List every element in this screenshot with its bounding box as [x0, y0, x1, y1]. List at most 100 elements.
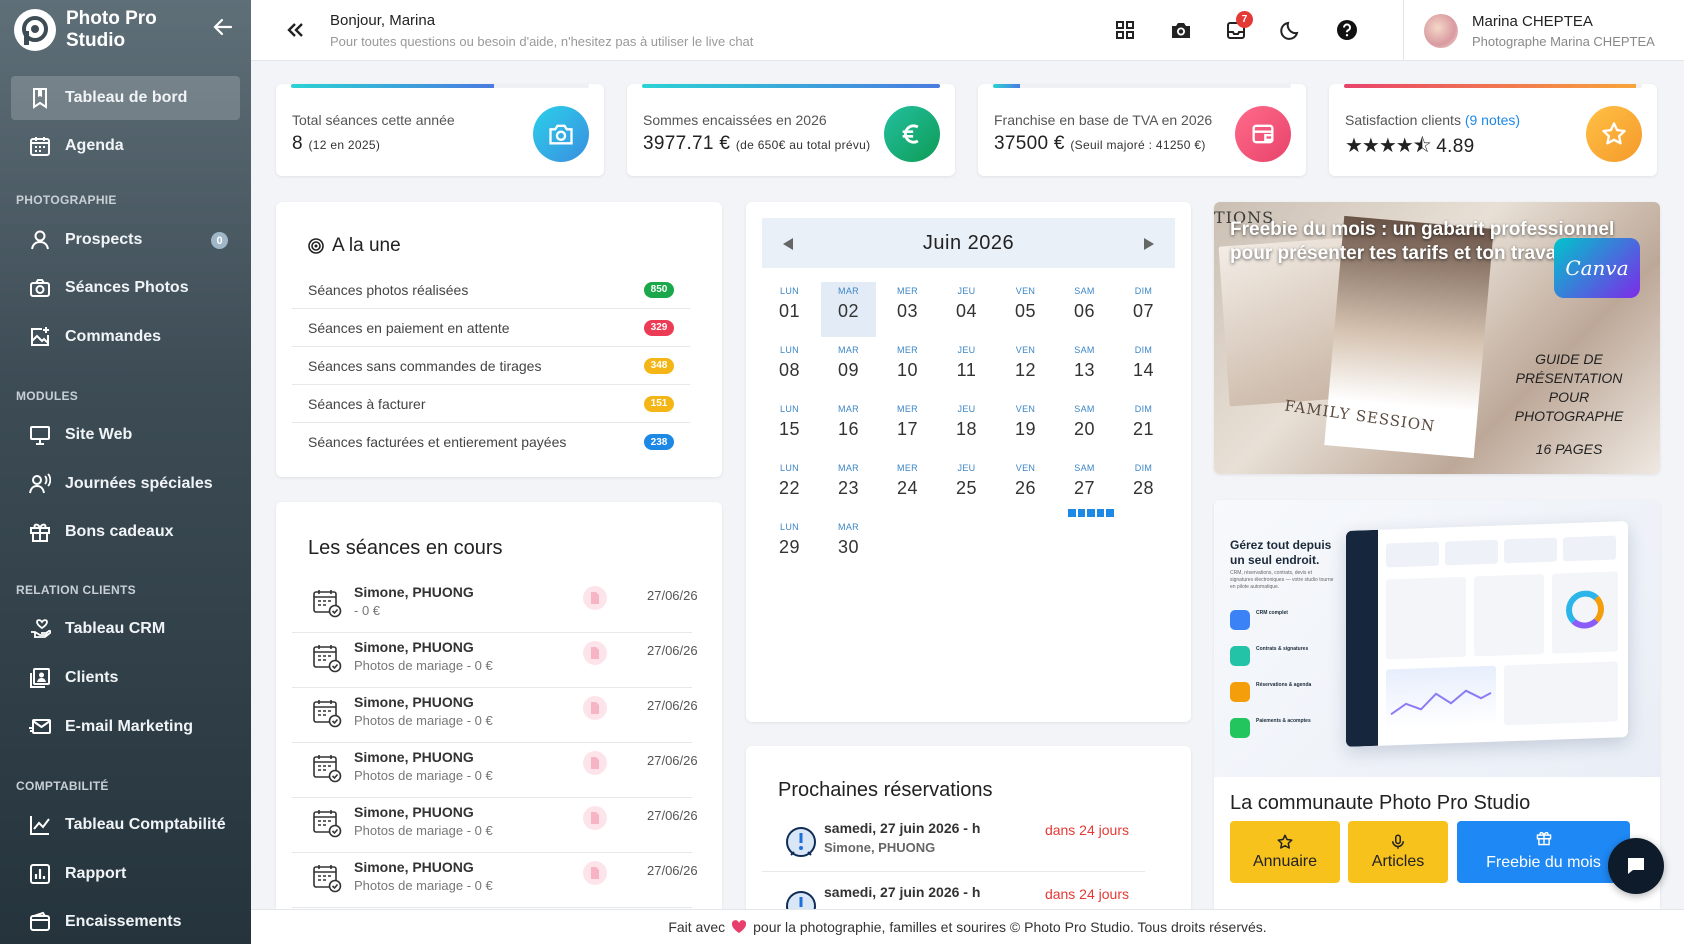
freebie-button[interactable]: Freebie du mois: [1457, 821, 1630, 883]
calendar-day-15[interactable]: LUN 15: [762, 400, 817, 455]
calendar-day-20[interactable]: SAM 20: [1057, 400, 1112, 455]
seance-row[interactable]: Simone, PHUONG Photos de mariage - 0 € 27/…: [292, 794, 698, 853]
brand-logo[interactable]: Photo Pro Studio: [14, 8, 238, 52]
calendar-day-01[interactable]: LUN 01: [762, 282, 817, 337]
calendar-day-08[interactable]: LUN 08: [762, 341, 817, 396]
freebie-banner[interactable]: TIONS FAMILY SESSION Freebie du mois : u…: [1214, 202, 1660, 474]
weekday-label: SAM: [1074, 286, 1095, 296]
calendar-day-19[interactable]: VEN 19: [998, 400, 1053, 455]
sidebar-item-encaissements[interactable]: Encaissements: [11, 900, 240, 944]
file-icon[interactable]: [583, 641, 607, 665]
annuaire-button[interactable]: Annuaire: [1230, 821, 1340, 883]
stat-card-franchise-tva[interactable]: Franchise en base de TVA en 2026 37500 €…: [978, 84, 1306, 176]
collapse-menu-button[interactable]: [285, 20, 305, 40]
calendar-day-09[interactable]: MAR 09: [821, 341, 876, 396]
calendar-day-02[interactable]: MAR 02: [821, 282, 876, 337]
calendar-day-30[interactable]: MAR 30: [821, 518, 876, 573]
sidebar-item-tableau-crm[interactable]: Tableau CRM: [11, 607, 240, 651]
seance-row[interactable]: Simone, PHUONG - 0 € 27/06/26: [292, 574, 698, 633]
help-button[interactable]: [1335, 18, 1359, 42]
calendar-check-icon: [312, 588, 342, 618]
calendar-day-21[interactable]: DIM 21: [1116, 400, 1171, 455]
une-row[interactable]: Séances en paiement en attente 329: [292, 309, 690, 347]
sidebar-item-commandes[interactable]: Commandes: [11, 315, 240, 359]
seance-row[interactable]: Simone, PHUONG Photos de mariage - 0 € 27/…: [292, 849, 698, 908]
event-indicator[interactable]: [1068, 509, 1114, 517]
calendar-day-17[interactable]: MER 17: [880, 400, 935, 455]
calendar-day-05[interactable]: VEN 05: [998, 282, 1053, 337]
calendar-day-11[interactable]: JEU 11: [939, 341, 994, 396]
sidebar-item-clients[interactable]: Clients: [11, 656, 240, 700]
file-icon[interactable]: [583, 806, 607, 830]
sidebar-item-site-web[interactable]: Site Web: [11, 413, 240, 457]
stat-card-seances[interactable]: Total séances cette année 8 (12 en 2025): [276, 84, 604, 176]
calendar-check-icon: [312, 753, 342, 783]
calendar-day-27[interactable]: SAM 27: [1057, 459, 1114, 517]
seance-client: Simone, PHUONG: [354, 639, 474, 655]
calendar-day-29[interactable]: LUN 29: [762, 518, 817, 573]
sidebar-item-prospects[interactable]: Prospects 0: [11, 218, 240, 262]
sidebar-item-rapport[interactable]: Rapport: [11, 852, 240, 896]
stat-card-encaissements[interactable]: Sommes encaissées en 2026 3977.71 € (de …: [627, 84, 955, 176]
calendar-day-28[interactable]: DIM 28: [1116, 459, 1171, 514]
product-banner[interactable]: Gérez tout depuis un seul endroit. CRM, …: [1214, 500, 1660, 777]
sidebar-item-label: Tableau Comptabilité: [65, 816, 226, 833]
sidebar-item-seances-photos[interactable]: Séances Photos: [11, 266, 240, 310]
seance-row[interactable]: Simone, PHUONG Photos de mariage - 0 € 27/…: [292, 739, 698, 798]
seance-row[interactable]: Simone, PHUONG Photos de mariage - 0 € 27/…: [292, 684, 698, 743]
sidebar-item-journees-speciales[interactable]: Journées spéciales: [11, 462, 240, 506]
une-row[interactable]: Séances facturées et entierement payées 2…: [292, 423, 690, 461]
calendar-day-22[interactable]: LUN 22: [762, 459, 817, 514]
calendar-day-12[interactable]: VEN 12: [998, 341, 1053, 396]
calendar-day-16[interactable]: MAR 16: [821, 400, 876, 455]
collapse-sidebar-button[interactable]: [212, 16, 247, 38]
weekday-label: LUN: [780, 404, 799, 414]
next-month-button[interactable]: [1143, 237, 1155, 251]
calendar-day-14[interactable]: DIM 14: [1116, 341, 1171, 396]
seance-client: Simone, PHUONG: [354, 859, 474, 875]
calendar-day-04[interactable]: JEU 04: [939, 282, 994, 337]
une-row[interactable]: Séances à facturer 151: [292, 385, 690, 423]
user-role: Photographe Marina CHEPTEA: [1472, 33, 1655, 49]
seance-row[interactable]: Simone, PHUONG Photos de mariage - 0 € 27/…: [292, 629, 698, 688]
stat-label: Total séances cette année: [292, 112, 455, 128]
sidebar-item-tableau-comptabilite[interactable]: Tableau Comptabilité: [11, 803, 240, 847]
dark-mode-toggle[interactable]: [1279, 18, 1303, 42]
calendar-day-06[interactable]: SAM 06: [1057, 282, 1112, 337]
calendar-day-10[interactable]: MER 10: [880, 341, 935, 396]
reservation-row[interactable]: samedi, 27 juin 2026 - h dans 24 jours: [762, 872, 1145, 909]
calendar-day-25[interactable]: JEU 25: [939, 459, 994, 514]
sidebar-item-email-marketing[interactable]: E-mail Marketing: [11, 705, 240, 749]
user-menu[interactable]: Marina CHEPTEA Photographe Marina CHEPTE…: [1403, 0, 1684, 61]
calendar-day-03[interactable]: MER 03: [880, 282, 935, 337]
users-voice-icon: [29, 473, 51, 494]
file-icon[interactable]: [583, 751, 607, 775]
calendar-day-13[interactable]: SAM 13: [1057, 341, 1112, 396]
sidebar-item-bons-cadeaux[interactable]: Bons cadeaux: [11, 510, 240, 554]
prev-month-button[interactable]: [782, 237, 794, 251]
une-card: A la une Séances photos réalisées 850 Séa…: [276, 202, 722, 477]
apps-grid-button[interactable]: [1113, 18, 1137, 42]
brand-name: Photo Pro Studio: [66, 8, 157, 51]
seance-client: Simone, PHUONG: [354, 694, 474, 710]
sidebar-item-tableau-de-bord[interactable]: Tableau de bord: [11, 76, 240, 120]
calendar-day-07[interactable]: DIM 07: [1116, 282, 1171, 337]
file-icon[interactable]: [583, 586, 607, 610]
notifications-button[interactable]: 7: [1224, 11, 1253, 42]
sidebar-item-agenda[interactable]: Agenda: [11, 124, 240, 168]
file-icon[interactable]: [583, 861, 607, 885]
ratings-count-link[interactable]: (9 notes): [1465, 112, 1520, 128]
day-number: 02: [837, 301, 860, 321]
calendar-day-24[interactable]: MER 24: [880, 459, 935, 514]
calendar-day-18[interactable]: JEU 18: [939, 400, 994, 455]
une-row[interactable]: Séances sans commandes de tirages 348: [292, 347, 690, 385]
camera-button[interactable]: [1169, 18, 1193, 42]
live-chat-button[interactable]: [1608, 838, 1664, 894]
file-icon[interactable]: [583, 696, 607, 720]
calendar-day-26[interactable]: VEN 26: [998, 459, 1053, 514]
calendar-day-23[interactable]: MAR 23: [821, 459, 876, 514]
une-row[interactable]: Séances photos réalisées 850: [292, 271, 690, 309]
articles-button[interactable]: Articles: [1348, 821, 1448, 883]
stat-card-satisfaction[interactable]: Satisfaction clients (9 notes) ★★★★⯪ 4.8…: [1329, 84, 1657, 176]
reservation-row[interactable]: samedi, 27 juin 2026 - h Simone, PHUONG …: [762, 808, 1145, 872]
